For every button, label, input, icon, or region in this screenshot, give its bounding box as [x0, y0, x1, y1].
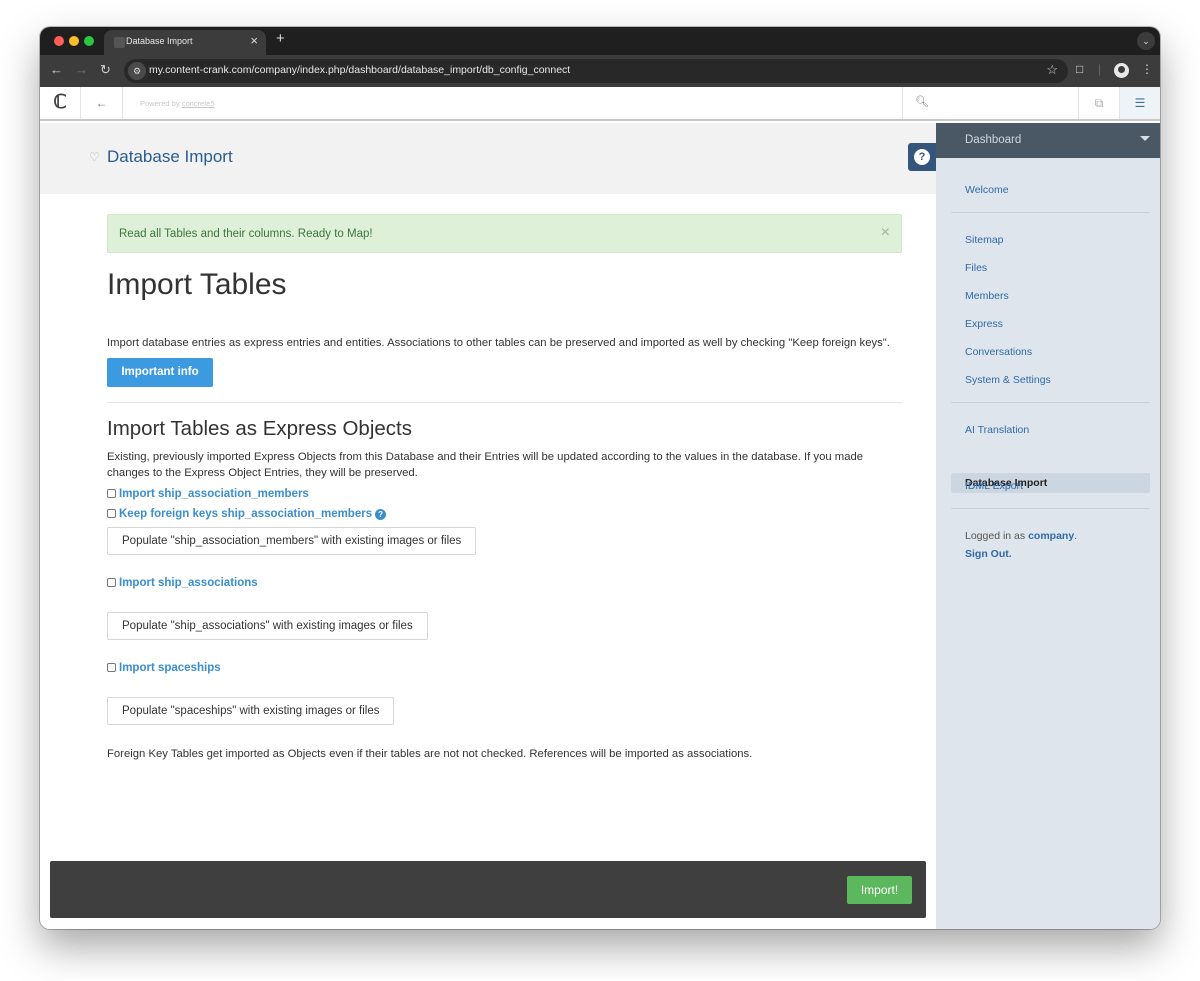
close-window-button[interactable] [54, 36, 64, 46]
foreign-keys-row[interactable]: Keep foreign keys ship_association_membe… [107, 508, 387, 524]
sidebar-item-members[interactable]: Members [965, 290, 1009, 302]
import-checkbox[interactable] [107, 489, 116, 498]
dashboard-sliders-icon[interactable]: ☰ [1119, 87, 1160, 119]
express-objects-heading: Import Tables as Express Objects [107, 417, 412, 440]
sidebar-divider [951, 508, 1150, 509]
cms-back-icon[interactable]: ← [81, 87, 123, 119]
populate-button[interactable]: Populate "ship_association_members" with… [107, 527, 477, 555]
help-icon[interactable]: ? [375, 509, 387, 520]
search-icon: 🔍︎ [915, 96, 929, 108]
import-table-row[interactable]: Import ship_association_members [107, 488, 309, 504]
caret-down-icon[interactable] [1140, 136, 1150, 141]
express-objects-description: Existing, previously imported Express Ob… [107, 451, 864, 479]
reload-icon[interactable]: ↻ [100, 62, 111, 78]
address-bar[interactable]: ⚙ my.content-crank.com/company/index.php… [124, 59, 1068, 83]
concrete5-link[interactable]: concrete5 [182, 99, 215, 108]
bookmark-star-icon[interactable]: ☆ [1046, 62, 1058, 78]
sidebar-divider [951, 212, 1150, 213]
divider [107, 402, 902, 403]
foreign-keys-label[interactable]: Keep foreign keys ship_association_membe… [119, 508, 372, 520]
help-button[interactable]: ? [908, 143, 936, 171]
powered-by: Powered by concrete5 [140, 99, 215, 108]
sidebar-item-conversations[interactable]: Conversations [965, 346, 1032, 358]
tab-close-icon[interactable]: × [250, 33, 258, 48]
site-info-icon[interactable]: ⚙ [128, 62, 146, 80]
minimize-window-button[interactable] [69, 36, 79, 46]
concrete5-logo-icon[interactable]: ℂ [40, 87, 81, 119]
import-checkbox[interactable] [107, 663, 116, 672]
success-alert: Read all Tables and their columns. Ready… [107, 214, 902, 253]
sidebar-item-sitemap[interactable]: Sitemap [965, 234, 1004, 246]
sidebar-item-files[interactable]: Files [965, 262, 987, 274]
sidebar-divider [951, 402, 1150, 403]
logged-in-label: Logged in as [965, 530, 1026, 542]
import-checkbox[interactable] [107, 578, 116, 587]
dashboard-panel-title: Dashboard [965, 134, 1022, 146]
sidebar-item-idml-export[interactable]: IDML Export [965, 480, 1023, 492]
dashboard-panel-header[interactable]: Dashboard [936, 123, 1160, 158]
extensions-icon[interactable]: □ [1076, 62, 1083, 76]
forward-arrow-icon[interactable]: → [75, 62, 88, 77]
sign-out-link[interactable]: Sign Out. [965, 548, 1012, 560]
toolbar-divider: | [1098, 62, 1102, 76]
page-copy-icon[interactable]: ⧉ [1078, 87, 1119, 119]
browser-window: Database Import × + ⌄ ← → ↻ ⚙ my.content… [40, 27, 1160, 929]
import-table-row[interactable]: Import spaceships [107, 662, 221, 678]
sidebar-item-system-settings[interactable]: System & Settings [965, 374, 1051, 386]
import-label[interactable]: Import ship_associations [119, 577, 258, 589]
cms-search-input[interactable]: 🔍︎ [902, 87, 1078, 119]
import-label[interactable]: Import spaceships [119, 662, 221, 674]
import-label[interactable]: Import ship_association_members [119, 488, 309, 500]
new-tab-button[interactable]: + [276, 30, 285, 47]
favicon-icon [114, 37, 125, 48]
import-tables-heading: Import Tables [107, 268, 287, 301]
maximize-window-button[interactable] [84, 36, 94, 46]
important-info-button[interactable]: Important info [107, 358, 213, 387]
dashboard-panel: Dashboard Welcome Sitemap Files Members … [936, 123, 1160, 929]
sidebar-item-ai-translation[interactable]: AI Translation [965, 424, 1029, 436]
user-link[interactable]: company [1028, 530, 1074, 542]
sidebar-item-welcome[interactable]: Welcome [965, 184, 1009, 196]
browser-menu-icon[interactable]: ⋮ [1141, 62, 1153, 76]
populate-button[interactable]: Populate "spaceships" with existing imag… [107, 697, 395, 725]
page-header: ♡ Database Import [40, 123, 936, 194]
profile-avatar-icon[interactable] [1114, 63, 1129, 78]
browser-tab[interactable]: Database Import × [104, 30, 266, 55]
page-title: Database Import [107, 147, 233, 166]
form-action-bar: Import! [50, 861, 926, 918]
powered-by-label: Powered by [140, 99, 180, 108]
foreign-keys-checkbox[interactable] [107, 509, 116, 518]
back-arrow-icon[interactable]: ← [50, 62, 63, 77]
tab-title: Database Import [126, 36, 193, 46]
alert-message: Read all Tables and their columns. Ready… [119, 228, 373, 240]
bookmark-icon[interactable]: ♡ [89, 150, 100, 164]
cms-toolbar: ℂ ← Powered by concrete5 🔍︎ ⧉ ☰ [40, 87, 1160, 121]
alert-close-icon[interactable]: × [881, 224, 890, 242]
logged-in-text: Logged in as company. [965, 530, 1078, 542]
foreign-key-note: Foreign Key Tables get imported as Objec… [107, 748, 753, 760]
question-icon: ? [914, 149, 930, 165]
populate-button[interactable]: Populate "ship_associations" with existi… [107, 612, 428, 640]
tab-strip: Database Import × + ⌄ [40, 27, 1160, 55]
url-text[interactable]: my.content-crank.com/company/index.php/d… [149, 64, 570, 76]
tab-search-icon[interactable]: ⌄ [1137, 32, 1155, 50]
intro-text: Import database entries as express entri… [107, 337, 890, 349]
import-button[interactable]: Import! [847, 876, 912, 904]
browser-toolbar: ← → ↻ ⚙ my.content-crank.com/company/ind… [40, 55, 1160, 87]
main-content: ♡ Database Import ? Read all Tables and … [40, 123, 936, 929]
sidebar-item-express[interactable]: Express [965, 318, 1003, 330]
import-table-row[interactable]: Import ship_associations [107, 577, 258, 593]
